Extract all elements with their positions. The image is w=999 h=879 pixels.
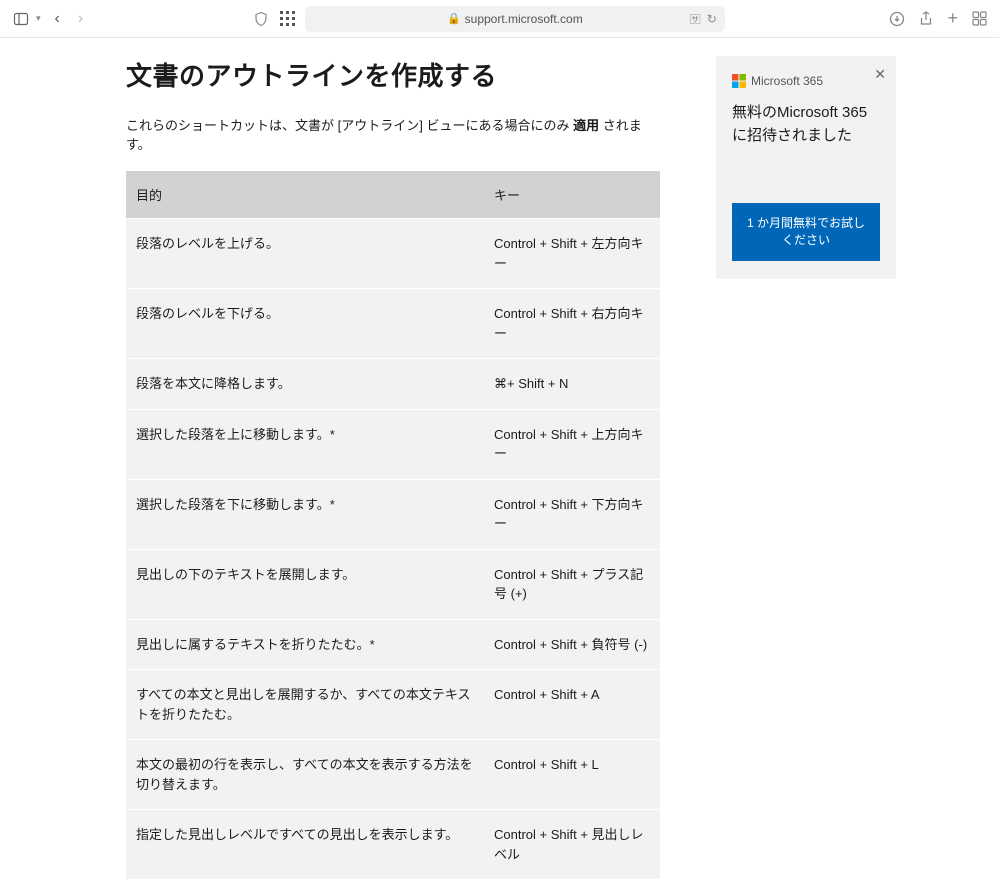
new-tab-icon[interactable]: + [947,8,958,29]
reload-icon[interactable]: ↻ [707,12,717,26]
chevron-down-icon[interactable]: ▾ [36,13,41,24]
toolbar-right: + [889,8,987,29]
url-extras: 🈂 ↻ [690,11,717,27]
share-icon[interactable] [919,11,933,27]
cell-purpose: 段落を本文に降格します。 [126,359,484,410]
main-column: 文書のアウトラインを作成する これらのショートカットは、文書が [アウトライン]… [126,56,660,879]
browser-toolbar: ▾ ‹ › 🔒 support.microsoft.com 🈂 ↻ + [0,0,999,38]
translate-icon[interactable]: 🈂 [690,11,701,27]
cell-key: Control + Shift + プラス記号 (+) [484,549,660,619]
toolbar-center: 🔒 support.microsoft.com 🈂 ↻ [95,6,881,32]
ms-logo-text: Microsoft 365 [751,74,823,88]
table-row: 見出しに属するテキストを折りたたむ。*Control + Shift + 負符号… [126,619,660,670]
cell-key: Control + Shift + 負符号 (-) [484,619,660,670]
intro-pre: これらのショートカットは、文書が [アウトライン] ビューにある場合にのみ [126,118,573,133]
ms-logo: Microsoft 365 [732,74,880,88]
cell-purpose: 段落のレベルを下げる。 [126,289,484,359]
lock-icon: 🔒 [447,12,461,25]
ms-logo-icon [732,74,746,88]
cell-key: Control + Shift + 下方向キー [484,479,660,549]
sidebar-column: ✕ Microsoft 365 無料のMicrosoft 365に招待されました… [716,56,896,879]
header-purpose: 目的 [126,171,484,219]
cell-key: Control + Shift + 上方向キー [484,409,660,479]
promo-card: ✕ Microsoft 365 無料のMicrosoft 365に招待されました… [716,56,896,279]
table-row: 段落のレベルを上げる。Control + Shift + 左方向キー [126,219,660,289]
table-row: 本文の最初の行を表示し、すべての本文を表示する方法を切り替えます。Control… [126,740,660,810]
table-row: 指定した見出しレベルですべての見出しを表示します。Control + Shift… [126,810,660,879]
cell-purpose: すべての本文と見出しを展開するか、すべての本文テキストを折りたたむ。 [126,670,484,740]
cell-purpose: 指定した見出しレベルですべての見出しを表示します。 [126,810,484,879]
cell-purpose: 見出しの下のテキストを展開します。 [126,549,484,619]
cell-key: ⌘+ Shift + N [484,359,660,410]
table-row: 段落のレベルを下げる。Control + Shift + 右方向キー [126,289,660,359]
apps-grid-icon[interactable] [280,11,295,26]
cell-purpose: 見出しに属するテキストを折りたたむ。* [126,619,484,670]
cell-purpose: 選択した段落を上に移動します。* [126,409,484,479]
table-row: 選択した段落を下に移動します。*Control + Shift + 下方向キー [126,479,660,549]
cell-key: Control + Shift + 左方向キー [484,219,660,289]
tabs-overview-icon[interactable] [972,11,987,26]
table-row: 見出しの下のテキストを展開します。Control + Shift + プラス記号… [126,549,660,619]
cell-key: Control + Shift + 見出しレベル [484,810,660,879]
intro-bold: 適用 [573,118,599,133]
content: 文書のアウトラインを作成する これらのショートカットは、文書が [アウトライン]… [0,38,999,879]
cell-purpose: 段落のレベルを上げる。 [126,219,484,289]
promo-title: 無料のMicrosoft 365に招待されました [732,102,880,147]
close-icon[interactable]: ✕ [874,66,886,83]
shield-icon[interactable] [252,10,270,28]
cell-key: Control + Shift + L [484,740,660,810]
toolbar-left: ▾ ‹ › [12,10,87,28]
header-key: キー [484,171,660,219]
back-button[interactable]: ‹ [51,10,64,28]
page-title: 文書のアウトラインを作成する [126,56,660,93]
cell-purpose: 本文の最初の行を表示し、すべての本文を表示する方法を切り替えます。 [126,740,484,810]
table-row: すべての本文と見出しを展開するか、すべての本文テキストを折りたたむ。Contro… [126,670,660,740]
table-row: 段落を本文に降格します。⌘+ Shift + N [126,359,660,410]
shortcuts-table: 目的 キー 段落のレベルを上げる。Control + Shift + 左方向キー… [126,171,660,879]
forward-button[interactable]: › [74,10,87,28]
intro-text: これらのショートカットは、文書が [アウトライン] ビューにある場合にのみ 適用… [126,115,660,153]
table-row: 選択した段落を上に移動します。*Control + Shift + 上方向キー [126,409,660,479]
table-header-row: 目的 キー [126,171,660,219]
sidebar-toggle-icon[interactable] [12,10,30,28]
download-icon[interactable] [889,11,905,27]
promo-cta-button[interactable]: 1 か月間無料でお試しください [732,203,880,261]
cell-key: Control + Shift + 右方向キー [484,289,660,359]
url-text: support.microsoft.com [465,12,583,26]
url-bar[interactable]: 🔒 support.microsoft.com 🈂 ↻ [305,6,725,32]
cell-key: Control + Shift + A [484,670,660,740]
cell-purpose: 選択した段落を下に移動します。* [126,479,484,549]
